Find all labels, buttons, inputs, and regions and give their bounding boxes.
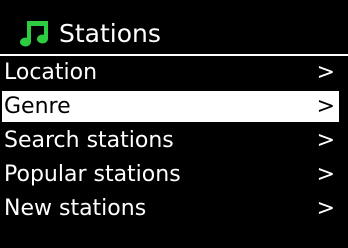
menu-item-label: Genre (4, 94, 71, 119)
menu-item-label: Location (4, 60, 98, 85)
menu-item-genre[interactable]: Genre > (2, 91, 339, 122)
menu-item-label: Search stations (4, 128, 174, 153)
header: Stations (0, 14, 348, 54)
music-note-icon (20, 20, 50, 48)
chevron-right-icon: > (316, 128, 335, 153)
menu-item-label: Popular stations (4, 162, 181, 187)
menu-item-popular-stations[interactable]: Popular stations > (2, 159, 339, 190)
chevron-right-icon: > (316, 94, 335, 119)
menu-item-new-stations[interactable]: New stations > (2, 193, 339, 224)
header-divider (0, 54, 348, 56)
chevron-right-icon: > (316, 162, 335, 187)
radio-display-screen: Stations Location > Genre > Search stati… (0, 0, 348, 248)
page-title: Stations (59, 19, 161, 48)
menu-item-search-stations[interactable]: Search stations > (2, 125, 339, 156)
chevron-right-icon: > (316, 60, 335, 85)
chevron-right-icon: > (316, 196, 335, 221)
stations-menu: Location > Genre > Search stations > Pop… (0, 57, 348, 227)
menu-item-location[interactable]: Location > (2, 57, 339, 88)
menu-item-label: New stations (4, 196, 147, 221)
